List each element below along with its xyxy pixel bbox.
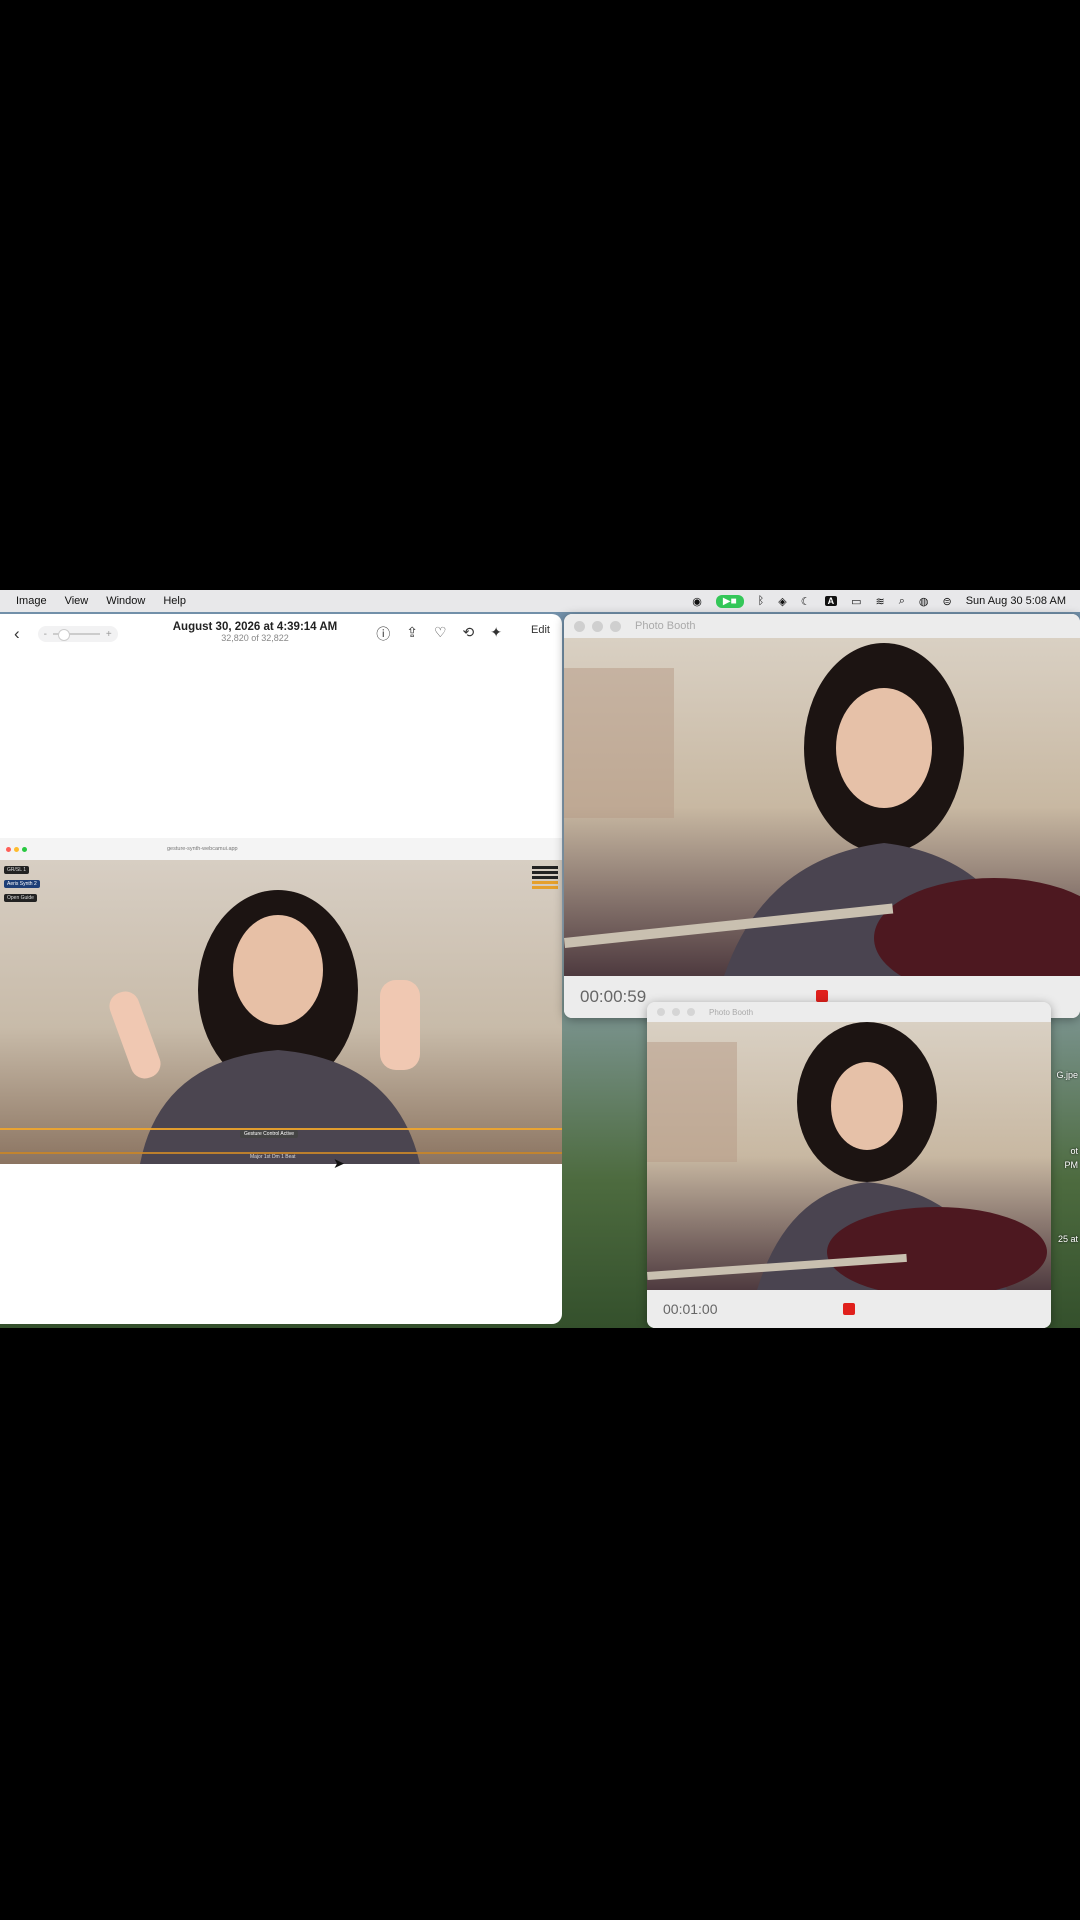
photo-booth-titlebar-2[interactable]: Photo Booth bbox=[647, 1002, 1051, 1022]
menu-view[interactable]: View bbox=[65, 595, 89, 607]
wifi-icon[interactable]: ≋ bbox=[875, 595, 884, 608]
heart-icon[interactable]: ♡ bbox=[434, 624, 447, 644]
overlay-chip-2: Aeris Synth 2 bbox=[4, 880, 40, 888]
enhance-icon[interactable]: ✦ bbox=[490, 624, 502, 644]
webcam-scene: GR/SL 1 Aeris Synth 2 Open Guide Gesture… bbox=[0, 860, 562, 1164]
desktop-file-label-1[interactable]: G.jpe bbox=[1056, 1070, 1078, 1080]
camera-preview-2 bbox=[647, 1022, 1051, 1290]
control-center-icon[interactable]: ⊜ bbox=[942, 595, 951, 608]
photo-booth-window: Photo Booth 00:00:59 bbox=[564, 614, 1080, 1018]
search-icon[interactable]: ⌕ bbox=[899, 595, 905, 608]
close-button-2[interactable] bbox=[657, 1008, 665, 1016]
vpn-icon[interactable]: ◈ bbox=[778, 595, 786, 608]
photo-count: 32,820 of 32,822 bbox=[221, 633, 289, 643]
siri-icon[interactable]: ◍ bbox=[919, 595, 929, 608]
share-icon[interactable]: ⇪ bbox=[406, 624, 418, 644]
photo-title-block: August 30, 2026 at 4:39:14 AM 32,820 of … bbox=[150, 621, 360, 643]
zoom-button-2[interactable] bbox=[687, 1008, 695, 1016]
zoom-knob[interactable] bbox=[57, 629, 70, 641]
window-title-2: Photo Booth bbox=[709, 1007, 754, 1017]
desktop-file-label-2[interactable]: ot bbox=[1070, 1146, 1078, 1156]
desktop-file-label-4[interactable]: 25 at bbox=[1058, 1234, 1078, 1244]
overlay-caption-2: Major 1st Dm 1 Beat bbox=[250, 1154, 296, 1160]
facetime-icon[interactable]: ▶■ bbox=[715, 594, 744, 608]
level-meter bbox=[532, 866, 558, 896]
camera-preview bbox=[564, 638, 1080, 976]
menu-help[interactable]: Help bbox=[163, 595, 186, 607]
close-dot-icon bbox=[6, 846, 11, 852]
photo-title: August 30, 2026 at 4:39:14 AM bbox=[172, 621, 338, 633]
info-icon[interactable]: ⓘ bbox=[376, 624, 390, 644]
guitarist-figure-2 bbox=[647, 1022, 1047, 1290]
menu-bar: Image View Window Help ◉ ▶■ ᛒ ◈ ☾ A ▭ ≋ … bbox=[0, 590, 1080, 612]
stop-record-button-2[interactable] bbox=[843, 1303, 855, 1315]
desktop-file-label-3[interactable]: PM bbox=[1065, 1160, 1079, 1170]
photo-image[interactable]: gesture-synth-webcamui.app GR/SL 1 Aeris… bbox=[0, 838, 562, 1164]
stop-record-button[interactable] bbox=[816, 990, 828, 1002]
photo-booth-window-2: Photo Booth 00:01:00 bbox=[647, 1002, 1051, 1328]
moon-icon[interactable]: ☾ bbox=[801, 595, 811, 608]
close-button[interactable] bbox=[574, 620, 585, 632]
battery-icon[interactable]: ▭ bbox=[851, 595, 861, 608]
guitarist-figure bbox=[564, 643, 1080, 976]
menu-clock[interactable]: Sun Aug 30 5:08 AM bbox=[966, 595, 1066, 607]
mouse-cursor-icon: ➤ bbox=[333, 1155, 345, 1171]
input-source-icon[interactable]: A bbox=[824, 596, 838, 606]
minimize-button[interactable] bbox=[592, 620, 603, 632]
photo-booth-footer-2: 00:01:00 bbox=[647, 1290, 1051, 1328]
minimize-dot-icon bbox=[14, 846, 19, 852]
overlay-chip-1: GR/SL 1 bbox=[4, 866, 29, 874]
desktop: Image View Window Help ◉ ▶■ ᛒ ◈ ☾ A ▭ ≋ … bbox=[0, 590, 1080, 1328]
overlay-chip-3: Open Guide bbox=[4, 894, 37, 902]
person-figure bbox=[109, 890, 420, 1164]
zoom-plus-icon[interactable]: + bbox=[106, 629, 112, 640]
window-title: Photo Booth bbox=[635, 620, 696, 632]
menu-window[interactable]: Window bbox=[106, 595, 145, 607]
back-button[interactable]: ‹ bbox=[14, 624, 20, 644]
photo-booth-titlebar[interactable]: Photo Booth bbox=[564, 614, 1080, 638]
photos-toolbar: ‹ - + August 30, 2026 at 4:39:14 AM 32,8… bbox=[0, 614, 562, 654]
menu-image[interactable]: Image bbox=[16, 595, 47, 607]
photos-window: ‹ - + August 30, 2026 at 4:39:14 AM 32,8… bbox=[0, 614, 562, 1324]
recording-timer: 00:00:59 bbox=[580, 987, 647, 1006]
browser-url: gesture-synth-webcamui.app bbox=[167, 846, 238, 852]
browser-bar: gesture-synth-webcamui.app bbox=[0, 838, 562, 860]
zoom-slider[interactable]: - + bbox=[37, 626, 118, 642]
zoom-minus-icon[interactable]: - bbox=[44, 629, 47, 640]
minimize-button-2[interactable] bbox=[672, 1008, 680, 1016]
overlay-caption: Gesture Control Active bbox=[240, 1130, 299, 1138]
recording-timer-2: 00:01:00 bbox=[663, 1301, 718, 1317]
zoom-track[interactable] bbox=[53, 629, 100, 641]
zoom-button[interactable] bbox=[610, 620, 621, 632]
bluetooth-icon[interactable]: ᛒ bbox=[758, 595, 765, 607]
record-icon[interactable]: ◉ bbox=[692, 595, 702, 608]
rotate-icon[interactable]: ⟲ bbox=[463, 624, 475, 644]
edit-button[interactable]: Edit bbox=[531, 624, 550, 636]
zoom-dot-icon bbox=[22, 846, 27, 852]
